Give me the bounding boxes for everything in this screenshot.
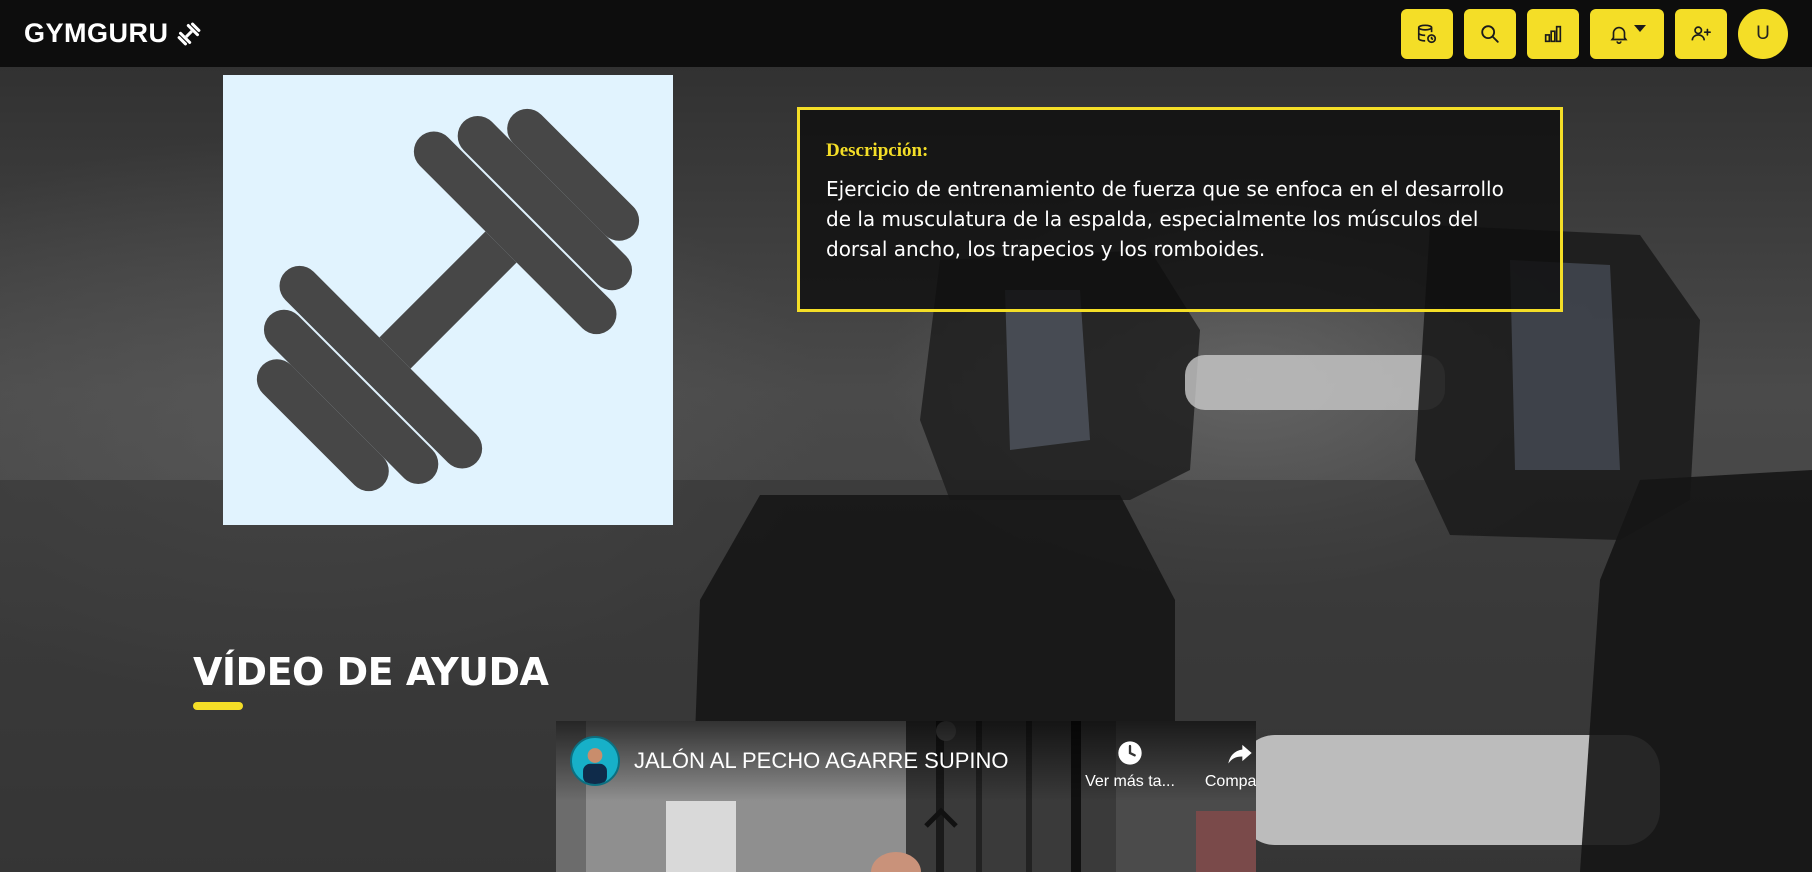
watch-later-label: Ver más ta... [1085, 773, 1175, 790]
video-title[interactable]: JALÓN AL PECHO AGARRE SUPINO [634, 748, 1009, 774]
stats-button[interactable] [1527, 8, 1579, 59]
chevron-down-icon [1634, 25, 1646, 32]
description-card: Descripción: Ejercicio de entrenamiento … [797, 107, 1563, 312]
title-underline [193, 702, 243, 710]
watch-later-button[interactable]: Ver más ta... [1080, 739, 1180, 791]
channel-avatar[interactable] [570, 736, 620, 786]
description-label: Descripción: [826, 140, 929, 161]
exercise-image [223, 75, 673, 525]
video-player[interactable]: JALÓN AL PECHO AGARRE SUPINO Ver más ta.… [556, 721, 1256, 872]
bar-chart-icon [1544, 25, 1562, 42]
dumbbell-icon [256, 108, 640, 492]
share-button[interactable]: Compartir [1190, 739, 1256, 791]
search-button[interactable] [1464, 8, 1516, 59]
clock-icon [1118, 741, 1142, 765]
brand-logo[interactable]: GYMGURU [24, 18, 203, 49]
user-avatar[interactable]: U [1738, 8, 1788, 59]
database-icon [1417, 23, 1437, 43]
user-plus-icon [1691, 25, 1711, 40]
share-label: Compartir [1204, 773, 1256, 790]
bell-icon [1610, 26, 1628, 44]
search-icon [1481, 24, 1499, 43]
description-text: Ejercicio de entrenamiento de fuerza que… [826, 177, 1504, 261]
notifications-button[interactable] [1590, 8, 1664, 59]
brand-name: GYMGURU [24, 18, 169, 48]
dumbbell-icon [175, 20, 203, 48]
add-user-button[interactable] [1675, 8, 1727, 59]
share-icon [1228, 744, 1252, 764]
video-section-title: VÍDEO DE AYUDA [193, 650, 549, 694]
database-button[interactable] [1401, 8, 1453, 59]
top-navbar: GYMGURU U [0, 0, 1812, 67]
navbar-actions: U [1401, 8, 1788, 59]
